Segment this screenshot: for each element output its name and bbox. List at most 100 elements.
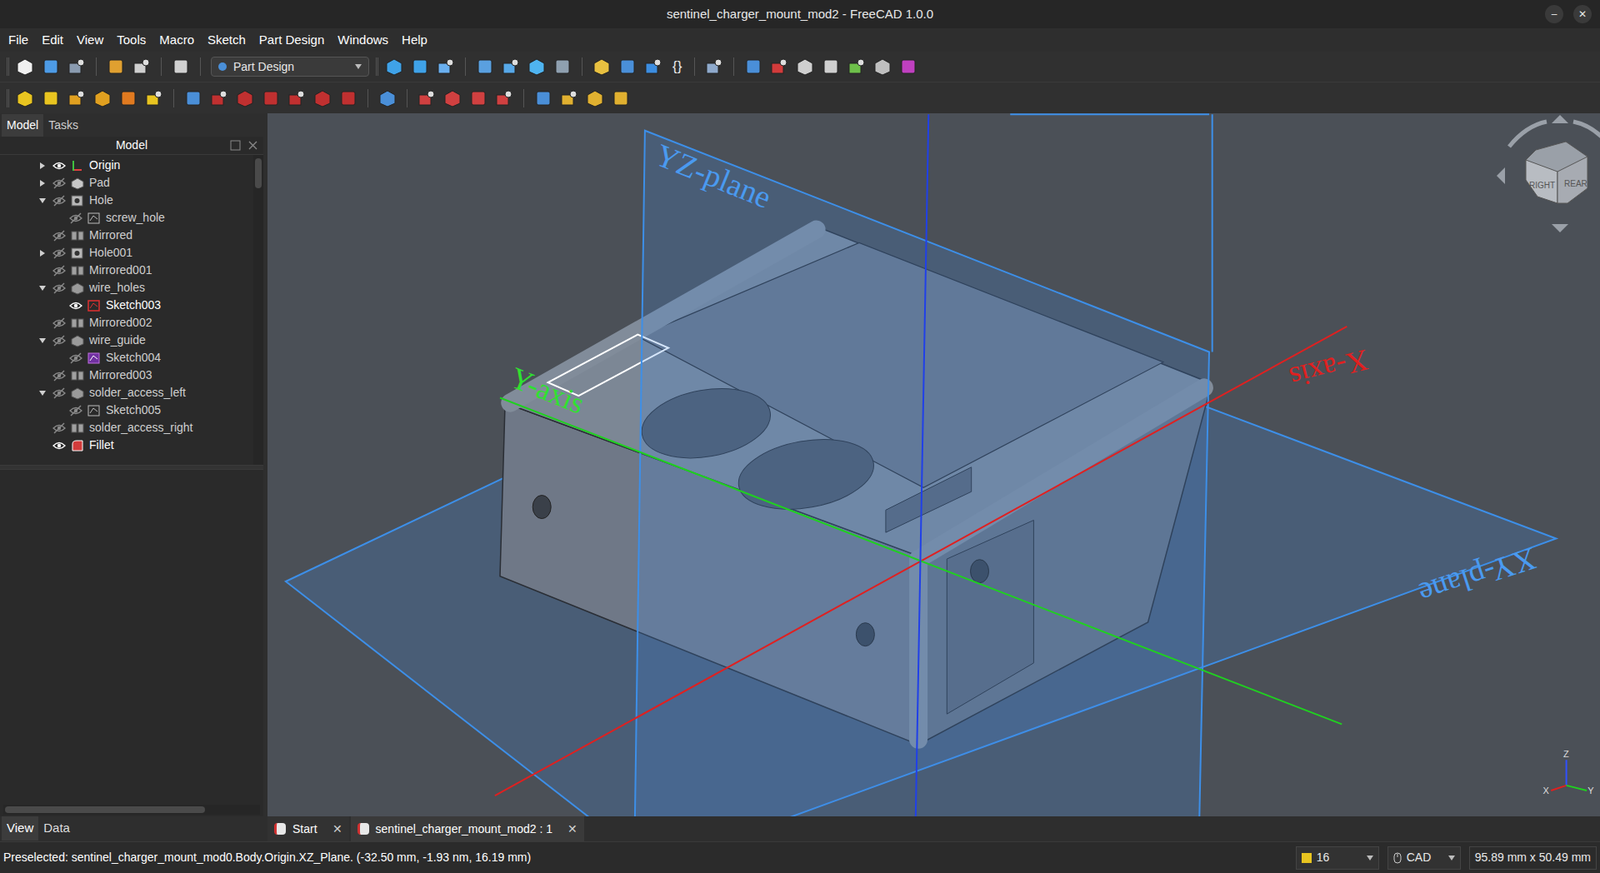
toolbar-tool-icon[interactable] [105, 56, 126, 77]
tree-item[interactable]: Origin [0, 156, 254, 175]
toolbar-tool-icon[interactable] [769, 56, 790, 77]
eye-hidden-icon[interactable] [69, 212, 83, 225]
toolbar-tool-icon[interactable] [475, 56, 495, 77]
tree-item[interactable]: solder_access_right [0, 419, 254, 437]
toolbar-tool-icon[interactable] [377, 88, 398, 109]
eye-hidden-icon[interactable] [52, 265, 66, 277]
toolbar-tool-icon[interactable] [610, 88, 631, 109]
tree-item[interactable]: Hole [0, 191, 254, 210]
toolbar-tool-icon[interactable] [468, 88, 489, 109]
collapsed-arrow-icon[interactable] [38, 179, 47, 188]
tree-item[interactable]: Hole001 [0, 244, 254, 262]
toolbar-tool-icon[interactable] [312, 88, 333, 109]
toolbar-tool-icon[interactable] [92, 88, 113, 109]
collapsed-arrow-icon[interactable] [38, 161, 47, 170]
toolbar-tool-icon[interactable] [526, 56, 547, 77]
toolbar-tool-icon[interactable] [15, 56, 35, 77]
toolbar-tool-icon[interactable] [591, 56, 612, 77]
document-tab[interactable]: Start✕ [267, 816, 350, 842]
toolbar-tool-icon[interactable] [559, 88, 580, 109]
toolbar-tool-icon[interactable] [846, 56, 867, 77]
expanded-arrow-icon[interactable] [38, 389, 47, 398]
eye-hidden-icon[interactable] [69, 352, 83, 365]
tree-item[interactable]: Mirrored001 [0, 261, 254, 280]
toolbar-tool-icon[interactable] [585, 88, 605, 109]
toolbar-tool-icon[interactable] [617, 56, 638, 77]
toolbar-tool-icon[interactable] [410, 56, 430, 77]
toolbar-tool-icon[interactable] [131, 56, 152, 77]
menu-item[interactable]: View [76, 30, 104, 50]
tree-item[interactable]: wire_guide [0, 331, 254, 350]
toolbar-tool-icon[interactable] [872, 56, 893, 77]
eye-hidden-icon[interactable] [52, 230, 66, 242]
tree-item[interactable]: Mirrored002 [0, 314, 254, 332]
toolbar-tool-icon[interactable] [416, 88, 437, 109]
tab-close-button[interactable]: ✕ [567, 820, 578, 839]
toolbar-tool-icon[interactable] [442, 88, 463, 109]
toolbar-tool-icon[interactable] [260, 88, 281, 109]
toolbar-tool-icon[interactable] [898, 56, 919, 77]
navigation-cube-icon[interactable]: RIGHTREAR [1496, 115, 1600, 233]
eye-hidden-icon[interactable] [52, 335, 66, 347]
menu-item[interactable]: Sketch [207, 30, 246, 50]
combo-tab[interactable]: Model [1, 114, 44, 137]
tree-item[interactable]: Pad [0, 174, 254, 192]
menu-item[interactable]: Help [401, 30, 428, 50]
eye-hidden-icon[interactable] [52, 387, 66, 400]
eye-hidden-icon[interactable] [52, 195, 66, 207]
eye-open-icon[interactable] [52, 160, 66, 172]
menu-item[interactable]: Tools [116, 30, 146, 50]
toolbar-tool-icon[interactable] [338, 88, 359, 109]
toolbar-tool-icon[interactable] [209, 88, 230, 109]
toolbar-tool-icon[interactable] [144, 88, 165, 109]
eye-hidden-icon[interactable] [52, 422, 66, 435]
eye-hidden-icon[interactable] [69, 405, 83, 417]
toolbar-tool-icon[interactable] [66, 56, 87, 77]
tree-item[interactable]: Sketch004 [0, 349, 254, 367]
close-panel-icon[interactable] [247, 140, 259, 151]
property-tab[interactable]: View [1, 816, 39, 841]
toolbar-tool-icon[interactable] [286, 88, 307, 109]
menu-item[interactable]: Part Design [259, 30, 325, 50]
toolbar-tool-icon[interactable] [643, 56, 664, 77]
toolbar-tool-icon[interactable] [15, 88, 35, 109]
toolbar-tool-icon[interactable] [40, 56, 61, 77]
tree-item[interactable]: Mirrored003 [0, 366, 254, 385]
window-control-button[interactable]: – [1545, 5, 1564, 24]
toolbar-tool-icon[interactable] [40, 88, 61, 109]
property-scrollbar[interactable] [3, 805, 260, 815]
combo-tab[interactable]: Tasks [43, 114, 84, 137]
toolbar-tool-icon[interactable] [118, 88, 139, 109]
toolbar-tool-icon[interactable] [533, 88, 554, 109]
eye-open-icon[interactable] [52, 440, 66, 452]
tree-item[interactable]: Sketch005 [0, 401, 254, 420]
toolbar-tool-icon[interactable] [435, 56, 456, 77]
tab-close-button[interactable]: ✕ [332, 820, 343, 839]
toolbar-tool-icon[interactable] [795, 56, 815, 77]
menu-item[interactable]: Macro [159, 30, 195, 50]
navigation-style-selector[interactable]: CAD [1387, 846, 1461, 870]
document-tab[interactable]: sentinel_charger_mount_mod2 : 1✕ [350, 816, 585, 842]
toolbar-tool-icon[interactable] [235, 88, 255, 109]
window-control-button[interactable]: ✕ [1573, 5, 1592, 24]
toolbar-tool-icon[interactable] [743, 56, 764, 77]
menu-item[interactable]: Windows [337, 30, 389, 50]
toolbar-tool-icon[interactable] [494, 88, 515, 109]
menu-item[interactable]: Edit [41, 30, 64, 50]
model-scene-icon[interactable]: YZ-planeY-axisX-axisXY-planeRIGHTREARZXY [267, 113, 1600, 817]
toolbar-tool-icon[interactable] [552, 56, 573, 77]
draw-style-selector[interactable]: 16 [1295, 846, 1380, 870]
float-panel-icon[interactable] [230, 140, 241, 151]
menu-item[interactable]: File [8, 30, 29, 50]
toolbar-tool-icon[interactable] [183, 88, 204, 109]
property-tab[interactable]: Data [38, 816, 75, 841]
toolbar-tool-icon[interactable] [500, 56, 521, 77]
collapsed-arrow-icon[interactable] [38, 249, 47, 258]
eye-hidden-icon[interactable] [52, 370, 66, 382]
tree-item[interactable]: wire_holes [0, 279, 254, 297]
tree-item[interactable]: Fillet [0, 436, 254, 455]
toolbar-tool-icon[interactable] [384, 56, 405, 77]
tree-item[interactable]: solder_access_left [0, 384, 254, 402]
eye-hidden-icon[interactable] [52, 317, 66, 330]
toolbar-tool-icon[interactable] [170, 56, 191, 77]
